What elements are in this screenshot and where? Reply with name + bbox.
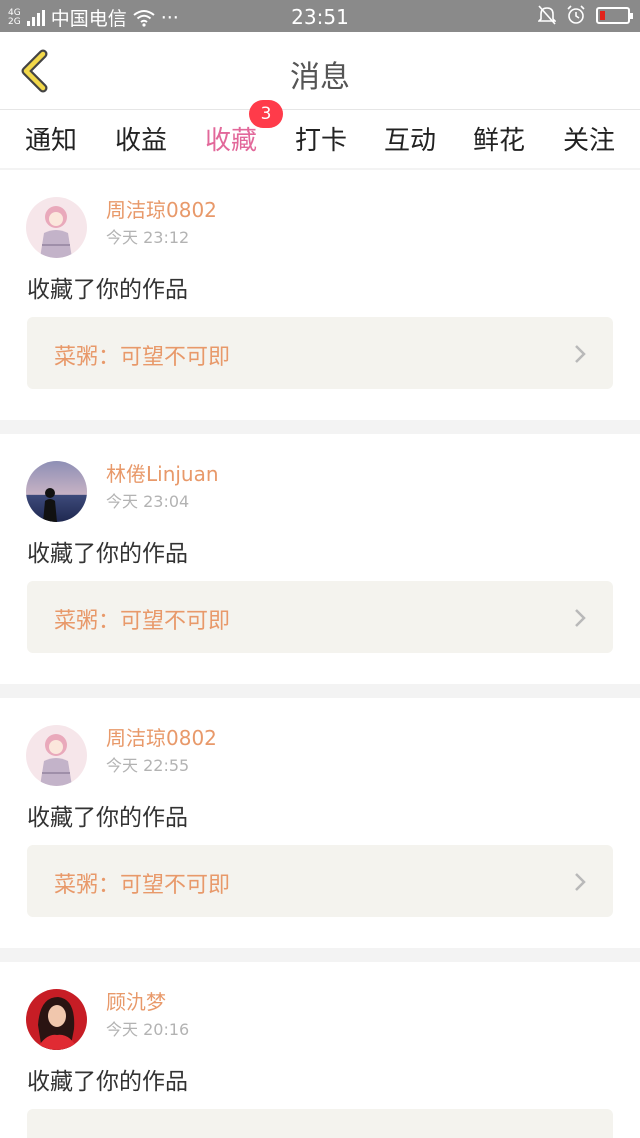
battery-icon <box>596 6 633 24</box>
action-text: 收藏了你的作品 <box>27 805 188 831</box>
tab-favorites[interactable]: 收藏 <box>205 120 257 173</box>
unread-badge: 3 <box>249 100 283 128</box>
user-name[interactable]: 周洁琼0802 <box>106 194 217 223</box>
work-title: 菜粥：可望不可即 <box>54 609 231 634</box>
page-title: 消息 <box>290 60 350 95</box>
message-card: 林倦Linjuan 今天 23:04 收藏了你的作品 菜粥：可望不可即 <box>0 434 640 684</box>
work-link[interactable]: 菜粥：可望不可即 <box>27 845 613 917</box>
avatar[interactable] <box>26 197 87 258</box>
chevron-right-icon <box>575 609 586 627</box>
tab-notifications[interactable]: 通知 <box>25 120 77 157</box>
timestamp: 今天 20:16 <box>106 1020 190 1039</box>
tab-flowers[interactable]: 鲜花 <box>473 120 525 157</box>
avatar[interactable] <box>26 725 87 786</box>
tab-bar: 通知 收益 收藏 打卡 互动 鲜花 关注 <box>0 110 640 173</box>
tab-checkin[interactable]: 打卡 <box>295 120 347 157</box>
avatar[interactable] <box>26 461 87 522</box>
status-bar: 4G 2G 中国电信 ··· 23:51 <box>0 0 640 32</box>
alarm-icon <box>567 5 585 24</box>
message-card: 顾氿梦 今天 20:16 收藏了你的作品 <box>0 962 640 1138</box>
tab-following[interactable]: 关注 <box>563 120 615 157</box>
user-name[interactable]: 周洁琼0802 <box>106 722 217 751</box>
work-title: 菜粥：可望不可即 <box>54 873 231 898</box>
timestamp: 今天 22:55 <box>106 756 190 775</box>
tab-earnings[interactable]: 收益 <box>115 120 167 157</box>
action-text: 收藏了你的作品 <box>27 277 188 303</box>
message-card: 周洁琼0802 今天 23:12 收藏了你的作品 菜粥：可望不可即 <box>0 170 640 420</box>
chevron-right-icon <box>575 345 586 363</box>
timestamp: 今天 23:12 <box>106 228 190 247</box>
work-link[interactable]: 菜粥：可望不可即 <box>27 581 613 653</box>
mute-bell-icon <box>538 5 556 25</box>
action-text: 收藏了你的作品 <box>27 541 188 567</box>
tab-interaction[interactable]: 互动 <box>384 120 436 157</box>
work-link[interactable]: 菜粥：可望不可即 <box>27 317 613 389</box>
chevron-right-icon <box>575 873 586 891</box>
message-card: 周洁琼0802 今天 22:55 收藏了你的作品 菜粥：可望不可即 <box>0 698 640 948</box>
work-title: 菜粥：可望不可即 <box>54 345 231 370</box>
avatar[interactable] <box>26 989 87 1050</box>
timestamp: 今天 23:04 <box>106 492 190 511</box>
work-link[interactable] <box>27 1109 613 1138</box>
action-text: 收藏了你的作品 <box>27 1069 188 1095</box>
user-name[interactable]: 顾氿梦 <box>106 986 166 1015</box>
user-name[interactable]: 林倦Linjuan <box>106 458 219 487</box>
top-nav-bar: 消息 <box>0 32 640 110</box>
